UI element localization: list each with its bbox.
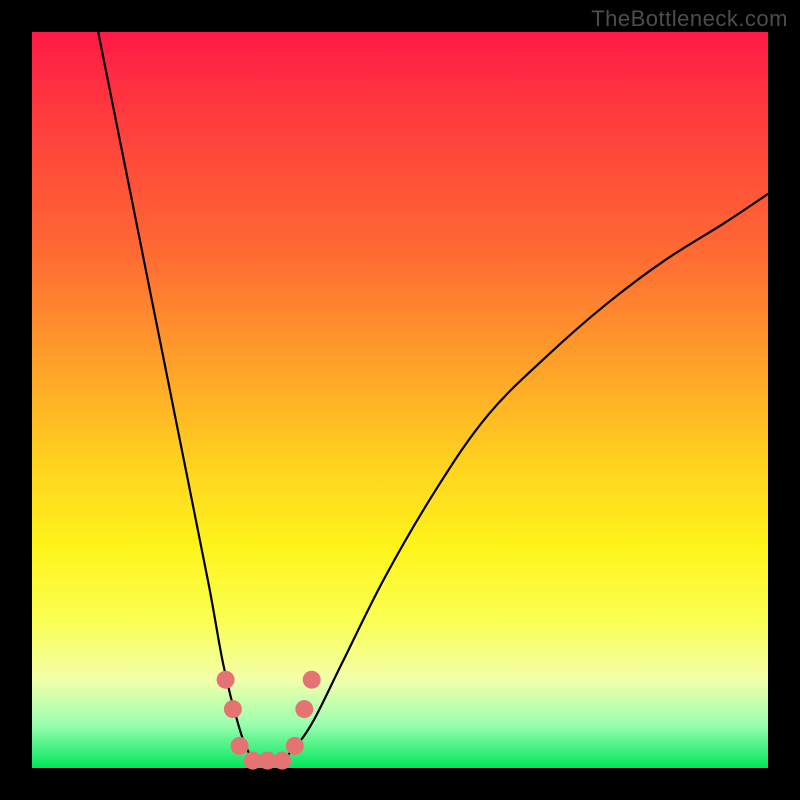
highlight-dot xyxy=(286,737,304,755)
highlight-dots xyxy=(217,671,321,770)
highlight-dot xyxy=(273,752,291,770)
highlight-dot xyxy=(303,671,321,689)
bottleneck-curve xyxy=(98,32,768,766)
highlight-dot xyxy=(217,671,235,689)
watermark-text: TheBottleneck.com xyxy=(591,6,788,32)
frame: TheBottleneck.com xyxy=(0,0,800,800)
highlight-dot xyxy=(231,737,249,755)
highlight-dot xyxy=(295,700,313,718)
plot-area xyxy=(32,32,768,768)
highlight-dot xyxy=(224,700,242,718)
chart-svg xyxy=(32,32,768,768)
